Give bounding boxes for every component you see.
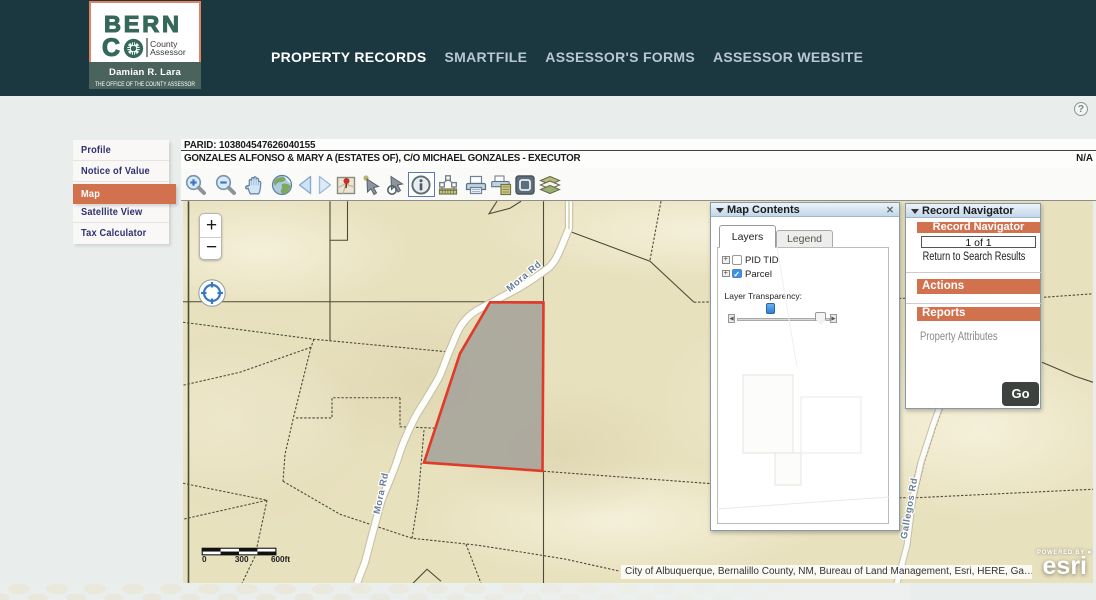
svg-text:0: 0 bbox=[202, 555, 207, 564]
svg-text:300: 300 bbox=[235, 555, 249, 564]
svg-text:600ft: 600ft bbox=[271, 555, 290, 564]
